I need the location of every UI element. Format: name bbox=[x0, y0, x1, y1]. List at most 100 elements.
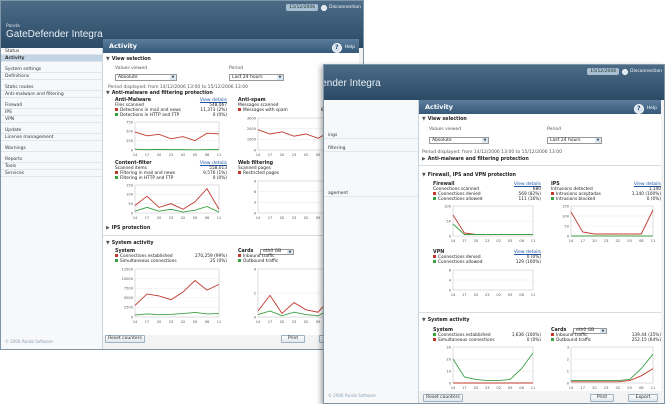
page-title-bar: Activity ? Help bbox=[419, 100, 661, 114]
x-tick-label: 17 bbox=[580, 386, 585, 390]
y-tick-label: 750 bbox=[126, 120, 134, 124]
antimalware-section-header[interactable]: ▼ Anti-malware and filtering protection bbox=[103, 90, 213, 97]
plot-area bbox=[134, 268, 220, 318]
x-tick-label: 23 bbox=[292, 153, 297, 157]
sidebar-item-reports[interactable]: Reports bbox=[1, 156, 102, 163]
sidebar-item-management[interactable]: agement bbox=[324, 190, 418, 197]
export-button[interactable]: Export bbox=[628, 394, 658, 402]
x-tick-label: 17 bbox=[145, 153, 150, 157]
sidebar-item-definitions[interactable]: Definitions bbox=[1, 73, 102, 80]
app-header: 15/12/2006 Disconnection GateDefender In… bbox=[324, 65, 664, 100]
print-button[interactable]: Print bbox=[590, 394, 614, 402]
y-tick-label: 0 bbox=[449, 381, 452, 385]
reset-counters-button[interactable]: Reset counters bbox=[423, 394, 463, 402]
x-tick-label: 14 bbox=[133, 320, 138, 324]
sidebar-item-status[interactable]: Status bbox=[1, 48, 102, 55]
x-tick-label: 05 bbox=[508, 386, 513, 390]
period-select[interactable]: Last 24 hours ▼ bbox=[229, 74, 284, 81]
stat-row: Connections allowed 129 (100%) bbox=[433, 260, 541, 265]
y-tick-label: 2 bbox=[567, 357, 569, 361]
antimalware-box: Anti-Malware View details Files scanned 5… bbox=[115, 98, 227, 158]
sidebar-item-services[interactable]: Services bbox=[1, 170, 102, 177]
disconnect-link[interactable]: Disconnection bbox=[321, 4, 361, 11]
sidebar-item-activity[interactable]: Activity bbox=[1, 55, 102, 62]
y-tick-label: 5000 bbox=[124, 296, 134, 300]
series-line bbox=[134, 148, 220, 151]
x-tick-label: 05 bbox=[316, 216, 321, 220]
x-tick-label: 23 bbox=[485, 386, 490, 390]
x-tick-label: 05 bbox=[627, 239, 632, 243]
sidebar-item-firewall[interactable]: Firewall bbox=[1, 102, 102, 109]
x-tick-label: 02 bbox=[181, 153, 186, 157]
firewall-section-header[interactable]: ▼ Firewall, IPS and VPN protection bbox=[419, 172, 516, 179]
x-tick-label: 14 bbox=[569, 386, 574, 390]
y-tick-label: 0 bbox=[131, 148, 134, 152]
sidebar-item-vpn[interactable]: VPN bbox=[1, 116, 102, 123]
x-tick-label: 14 bbox=[133, 216, 138, 220]
view-selection-header[interactable]: ▼ View selection bbox=[419, 116, 467, 123]
x-tick-label: 17 bbox=[268, 320, 273, 324]
sidebar-item-ips[interactable]: IPS bbox=[1, 109, 102, 116]
y-tick-label: 0 bbox=[567, 381, 570, 385]
values-viewed-select[interactable]: Absolute ▼ bbox=[429, 137, 489, 144]
y-tick-label: 3000 bbox=[247, 116, 257, 120]
x-tick-label: 17 bbox=[462, 386, 467, 390]
x-tick-label: 23 bbox=[169, 320, 174, 324]
sidebar-item-antimalware[interactable]: Anti-malware and filtering bbox=[1, 91, 102, 98]
y-tick-label: 100 bbox=[126, 193, 134, 197]
sidebar-item-tools[interactable]: Tools bbox=[1, 163, 102, 170]
sidebar-item-update[interactable]: Update bbox=[1, 127, 102, 134]
stat-row: Outbound traffic 252.15 (64%) bbox=[551, 338, 661, 343]
x-tick-label: 17 bbox=[462, 293, 467, 297]
y-tick-label: 8 bbox=[449, 268, 452, 272]
x-tick-label: 05 bbox=[316, 320, 321, 324]
y-tick-label: 0 bbox=[449, 234, 452, 238]
help-button[interactable]: ? Help bbox=[633, 102, 657, 116]
sidebar-item-filtering[interactable]: filtering bbox=[324, 145, 418, 152]
sidebar-item-static-routes[interactable]: Static routes bbox=[1, 84, 102, 91]
sidebar-item-settings[interactable]: ings bbox=[324, 132, 418, 139]
x-tick-label: 08 bbox=[205, 153, 210, 157]
system-activity-header[interactable]: ▼ System activity bbox=[419, 317, 470, 324]
x-tick-label: 20 bbox=[474, 239, 479, 243]
values-viewed-select[interactable]: Absolute ▼ bbox=[115, 74, 177, 81]
x-tick-label: 02 bbox=[616, 239, 621, 243]
antimalware-section-header[interactable]: ▶ Anti-malware and filtering protection bbox=[419, 156, 529, 163]
reset-counters-button[interactable]: Reset counters bbox=[105, 335, 145, 343]
disconnect-link[interactable]: Disconnection bbox=[622, 68, 662, 75]
x-tick-label: 02 bbox=[181, 216, 186, 220]
sidebar-item-system-settings[interactable]: System settings bbox=[1, 66, 102, 73]
x-tick-label: 08 bbox=[205, 320, 210, 324]
view-selection-header[interactable]: ▼ View selection bbox=[103, 56, 151, 63]
main-window-back: 15/12/2006 Disconnection Panda GateDefen… bbox=[0, 0, 364, 350]
print-button[interactable]: Print bbox=[281, 335, 305, 343]
ips-chart: 150 100 50 014 17 20 23 02 05 08 11 bbox=[562, 204, 656, 243]
system-box: System Connections established 1,636 (100… bbox=[433, 328, 541, 390]
y-tick-label: 3 bbox=[567, 345, 569, 349]
x-tick-label: 14 bbox=[256, 153, 261, 157]
sidebar-item-license[interactable]: License management bbox=[1, 134, 102, 141]
x-tick-label: 11 bbox=[651, 239, 656, 243]
system-activity-header[interactable]: ▼ System activity bbox=[103, 240, 154, 247]
disconnect-icon bbox=[622, 68, 629, 75]
x-tick-label: 23 bbox=[169, 216, 174, 220]
help-button[interactable]: ? Help bbox=[331, 41, 355, 55]
x-tick-label: 08 bbox=[205, 216, 210, 220]
y-tick-label: 2500 bbox=[124, 306, 134, 310]
x-tick-label: 05 bbox=[193, 153, 198, 157]
y-tick-label: 30 bbox=[446, 345, 451, 349]
period-select[interactable]: Last 24 hours ▼ bbox=[547, 137, 602, 144]
x-tick-label: 20 bbox=[157, 320, 162, 324]
content-filter-chart: 150 100 50 014 17 20 23 02 05 08 11 bbox=[126, 183, 221, 220]
x-tick-label: 20 bbox=[592, 239, 597, 243]
brand-logo: Panda GateDefender Integra bbox=[6, 24, 103, 40]
ips-section-header[interactable]: ▶ IPS protection bbox=[103, 225, 150, 232]
y-tick-label: 4 bbox=[254, 267, 257, 271]
sidebar-item-warnings[interactable]: Warnings bbox=[1, 145, 102, 152]
x-tick-label: 02 bbox=[181, 320, 186, 324]
y-tick-label: 0 bbox=[131, 315, 134, 319]
x-tick-label: 02 bbox=[496, 293, 501, 297]
x-tick-label: 20 bbox=[157, 153, 162, 157]
period-displayed: Period displayed: from 14/12/2006 13:00 … bbox=[422, 150, 562, 155]
sidebar: ings filtering agement © 2006 Panda Soft… bbox=[324, 100, 419, 403]
